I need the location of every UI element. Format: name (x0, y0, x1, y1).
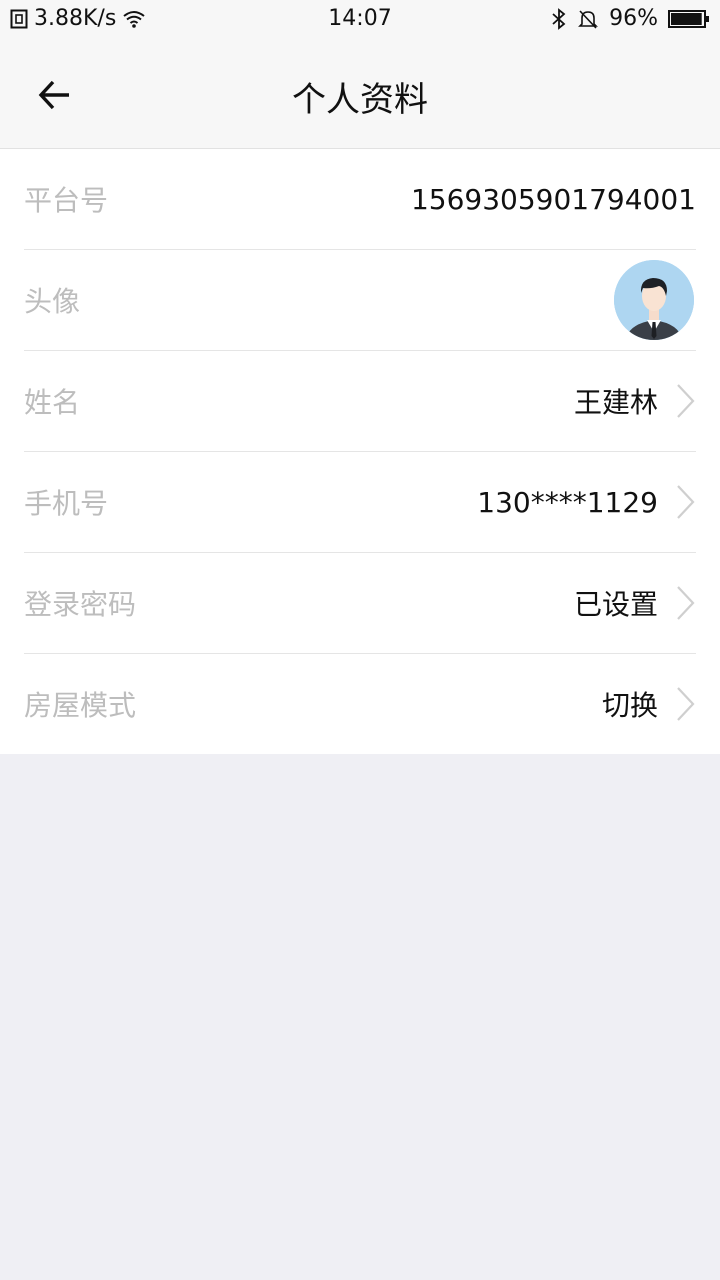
status-right: 96% (551, 6, 710, 31)
chevron-right-icon (677, 384, 695, 418)
battery-percent: 96% (609, 6, 658, 31)
page-title: 个人资料 (292, 80, 428, 120)
user-avatar-icon (614, 260, 694, 340)
back-arrow-icon (38, 80, 69, 110)
platform-id-row: 平台号 1569305901794001 (24, 149, 696, 250)
password-value: 已设置 (573, 588, 658, 621)
house-mode-value: 切换 (601, 689, 658, 722)
house-mode-row[interactable]: 房屋模式 切换 (24, 654, 696, 754)
platform-id-label: 平台号 (24, 184, 109, 217)
password-label: 登录密码 (24, 588, 137, 621)
phone-value: 130****1129 (477, 485, 658, 519)
phone-label: 手机号 (24, 487, 109, 520)
back-button[interactable] (30, 70, 80, 120)
battery-icon (668, 9, 709, 28)
platform-id-value: 1569305901794001 (410, 182, 696, 216)
header-bar: 个人资料 (0, 40, 720, 149)
name-row[interactable]: 姓名 王建林 (24, 351, 696, 452)
name-value: 王建林 (573, 386, 658, 419)
mute-bell-icon (578, 9, 599, 29)
chevron-right-icon (677, 485, 695, 519)
chevron-right-icon (677, 586, 695, 620)
name-label: 姓名 (24, 386, 81, 419)
password-row[interactable]: 登录密码 已设置 (24, 553, 696, 654)
chevron-right-icon (677, 687, 695, 721)
status-bar: 3.88K/s 14:07 96% (0, 0, 720, 40)
phone-row[interactable]: 手机号 130****1129 (24, 452, 696, 553)
avatar[interactable] (614, 260, 694, 340)
house-mode-label: 房屋模式 (24, 689, 137, 722)
avatar-label: 头像 (24, 285, 81, 318)
bluetooth-icon (552, 7, 566, 30)
avatar-row[interactable]: 头像 (24, 250, 696, 351)
profile-list: 平台号 1569305901794001 头像 姓名 王建林 手机号 130**… (0, 149, 720, 754)
